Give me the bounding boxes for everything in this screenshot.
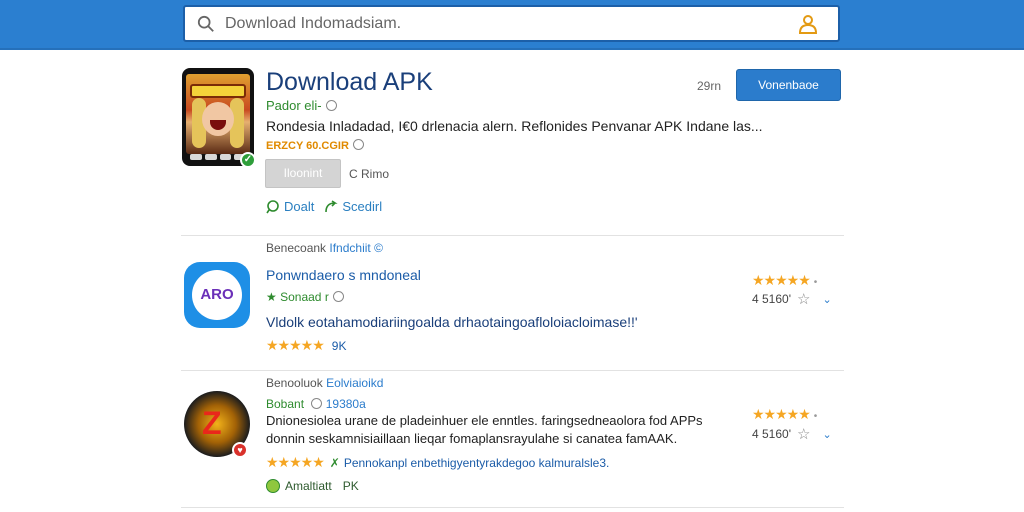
featured-title[interactable]: Download APK <box>266 68 433 97</box>
art-logo <box>190 84 246 98</box>
app-footer-text: Amaltiatt <box>285 479 332 493</box>
globe-icon <box>332 291 344 302</box>
verified-check-icon: ✓ <box>240 152 256 168</box>
search-input[interactable] <box>225 11 785 37</box>
globe-icon <box>325 100 337 111</box>
side-rating-stars: ★★★★★ • <box>752 272 818 288</box>
side-rating-dots: • <box>813 411 818 422</box>
featured-actions: Doalt Scedirl <box>266 199 382 214</box>
side-rating-count: 4 5160' ☆ ⌄ <box>752 425 832 443</box>
app-title[interactable]: Ponwndaero s mndoneal <box>266 267 421 283</box>
rating-stars: ★★★★★ <box>266 337 325 353</box>
art-face <box>202 102 234 136</box>
share-action-label: Scedirl <box>342 199 383 214</box>
divider <box>181 370 844 371</box>
app-footer-suffix: PK <box>342 479 359 493</box>
category-icon <box>266 479 280 493</box>
favorite-star-icon[interactable]: ☆ <box>797 425 810 443</box>
app-developer[interactable]: Bobant 19380a <box>266 397 366 411</box>
user-icon[interactable] <box>798 14 818 34</box>
featured-meta-text: ERZCY 60.CGIR <box>266 140 349 152</box>
globe-icon <box>352 139 364 150</box>
section-label-1-highlight: Ifndchiit © <box>329 241 383 255</box>
side-rating-count: 4 5160' ☆ ⌄ <box>752 290 832 308</box>
app-rating: ★★★★★ 9K <box>266 337 346 354</box>
art-dock <box>190 154 246 160</box>
app-icon-art: Z <box>202 405 222 441</box>
featured-meta: ERZCY 60.CGIR <box>266 139 364 152</box>
rating-count: 9K <box>331 339 347 353</box>
app-footer[interactable]: Amaltiatt PK <box>266 479 359 493</box>
featured-description: Rondesia Inladadad, I€0 drlenacia alern.… <box>266 118 763 134</box>
heart-icon: ♥ <box>232 442 248 458</box>
comment-action[interactable]: Doalt <box>266 199 314 214</box>
chevron-down-icon[interactable]: ⌄ <box>822 293 831 306</box>
section-label-2: Benooluok Eolviaioikd <box>266 376 383 390</box>
top-bar <box>0 0 1024 50</box>
app-description-line-2: donnin seskamnisiaillaan lieqar fomaplan… <box>266 431 678 446</box>
side-rating-dots: • <box>813 277 818 288</box>
side-rating-stars: ★★★★★ • <box>752 406 818 422</box>
side-rating-count-text: 4 5160' <box>752 292 791 306</box>
app-description: Vldolk eotahamodiariingoalda drhaotaingo… <box>266 314 638 330</box>
star-icon: ★ <box>266 290 277 304</box>
comment-action-label: Doalt <box>284 199 315 214</box>
app-tag-text: Pennokanpl enbethigyentyrakdegoo kalmura… <box>343 456 610 470</box>
divider <box>181 235 844 236</box>
download-button[interactable]: Vonenbaoe <box>736 69 841 101</box>
section-label-2-prefix: Benooluok <box>266 376 323 390</box>
featured-developer[interactable]: Pador eli- <box>266 98 337 113</box>
app-icon-label: ARO <box>192 270 242 320</box>
comment-icon <box>266 199 279 213</box>
section-label-2-highlight: Eolviaioikd <box>326 376 384 390</box>
section-label-1: Benecoank Ifndchiit © <box>266 241 383 255</box>
favorite-star-icon[interactable]: ☆ <box>797 290 810 308</box>
app-icon[interactable]: ARO <box>184 262 250 328</box>
share-icon <box>325 199 338 212</box>
app-description-line-1: Dnionesiolea urane de pladeinhuer ele en… <box>266 413 703 428</box>
install-button[interactable]: Iloonint <box>265 159 341 188</box>
share-action[interactable]: Scedirl <box>324 199 382 214</box>
app-developer-name: Sonaad r <box>280 290 329 304</box>
app-rating: ★★★★★ ✗ Pennokanpl enbethigyentyrakdegoo k… <box>266 454 609 471</box>
rating-stars: ★★★★★ <box>266 454 325 470</box>
tag-icon: ✗ <box>329 456 340 470</box>
featured-size: C Rimo <box>349 167 390 181</box>
app-developer-name: Bobant <box>266 397 305 411</box>
featured-app-icon[interactable] <box>182 68 254 166</box>
app-developer[interactable]: ★ Sonaad r <box>266 290 344 304</box>
section-label-1-prefix: Benecoank <box>266 241 327 255</box>
search-icon[interactable] <box>197 15 215 33</box>
app-developer-meta: 19380a <box>325 397 366 411</box>
divider <box>181 507 844 508</box>
featured-count: 29rn <box>697 79 722 93</box>
search-box[interactable] <box>183 5 840 42</box>
chevron-down-icon[interactable]: ⌄ <box>822 428 831 441</box>
featured-developer-name[interactable]: Pador eli- <box>266 98 322 113</box>
globe-icon <box>311 398 323 409</box>
side-rating-count-text: 4 5160' <box>752 427 791 441</box>
